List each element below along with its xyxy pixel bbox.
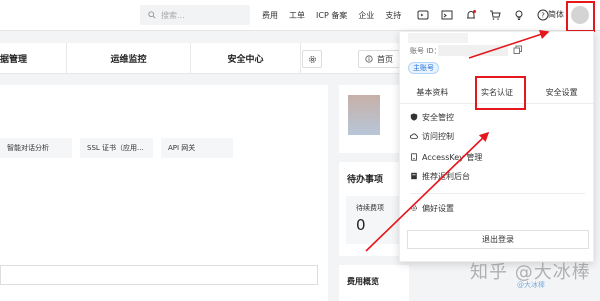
copy-icon[interactable] [513,45,523,55]
todo-renewal-count: 0 [356,216,366,234]
menu-item-label: 推荐返利后台 [422,171,470,181]
search-box[interactable]: 搜索... [140,5,250,25]
nav-link-support[interactable]: 支持 [385,10,401,21]
search-icon [148,11,156,19]
account-id-value-blurred [438,45,508,56]
cloudshell-icon[interactable] [439,7,455,23]
tab-ops-monitor[interactable]: 运维监控 [67,42,191,74]
highlight-box-avatar [566,1,595,32]
chip-smart-dialog[interactable]: 智能对话分析 [0,138,72,158]
tab-data-management[interactable]: 据管理 [0,42,67,74]
bell-icon[interactable] [463,7,479,23]
account-name-blurred [408,33,468,43]
account-id-label: 账号 ID： [410,47,441,55]
top-nav-links: 费用 工单 ICP 备案 企业 支持 [262,0,412,31]
gift-icon [411,172,417,180]
tab-security-settings[interactable]: 安全设置 [529,82,594,103]
menu-item-label: 访问控制 [422,131,454,141]
profile-picture [348,95,380,135]
key-icon [411,153,417,161]
top-icons: ? [415,7,559,23]
menu-item-label: AccessKey 管理 [422,152,483,162]
search-placeholder: 搜索... [161,10,185,20]
menu-item-referral[interactable]: 推荐返利后台 [410,170,470,182]
menu-item-label: 偏好设置 [422,203,454,213]
chip-api-gateway[interactable]: API 网关 [161,138,233,158]
tab-security-center[interactable]: 安全中心 [191,42,301,74]
svg-text:?: ? [541,12,545,20]
gear-icon [411,205,417,211]
info-icon [365,55,373,63]
cart-icon[interactable] [487,7,503,23]
menu-item-preferences[interactable]: 偏好设置 [410,202,454,214]
shield-icon [410,113,418,121]
menu-divider [410,193,585,194]
logout-button[interactable]: 退出登录 [407,230,589,249]
language-switch[interactable]: 简体 [548,9,564,20]
nav-link-enterprise[interactable]: 企业 [358,10,374,21]
tab-basic-info[interactable]: 基本资料 [400,82,465,103]
terminal-icon[interactable] [415,7,431,23]
nav-link-ticket[interactable]: 工单 [289,10,305,21]
tab-settings-button[interactable] [302,50,322,68]
todo-title: 待办事项 [347,175,384,185]
nav-link-icp[interactable]: ICP 备案 [316,10,347,21]
menu-item-access-control[interactable]: 访问控制 [410,130,454,142]
product-chips: 智能对话分析 SSL 证书（应用... API 网关 [0,138,241,158]
account-type-badge: 主账号 [408,62,439,74]
menu-item-security-control[interactable]: 安全管控 [410,111,454,123]
highlight-box-real-name [475,76,526,110]
bulb-icon[interactable] [511,7,527,23]
gear-icon [308,55,316,63]
todo-renewal-label: 待续费项 [356,204,384,212]
watermark-handle: @大冰棒 [517,281,545,289]
nav-link-fee[interactable]: 费用 [262,10,278,21]
fee-title: 费用概览 [347,277,379,286]
chip-ssl-cert[interactable]: SSL 证书（应用... [80,138,153,158]
cloud-icon [410,133,418,139]
menu-item-accesskey[interactable]: AccessKey 管理 [410,151,482,163]
menu-item-label: 安全管控 [422,112,454,122]
home-button-label: 首页 [377,54,393,64]
panel-input[interactable] [0,265,318,285]
product-tabs: 据管理 运维监控 安全中心 [0,42,409,74]
